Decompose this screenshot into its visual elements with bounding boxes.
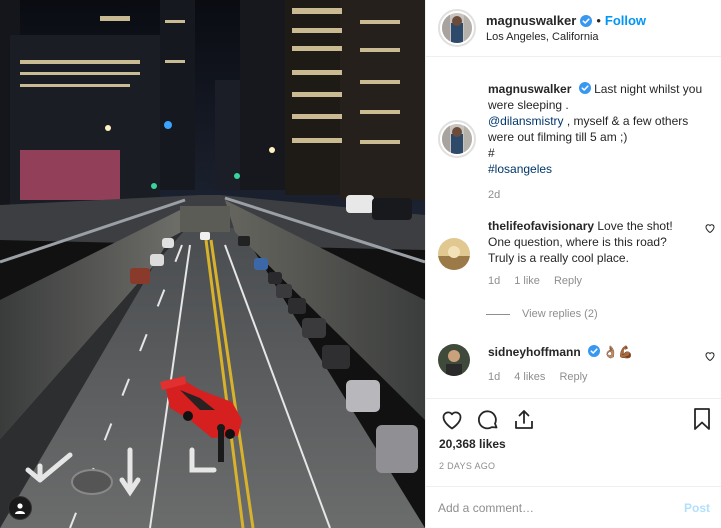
commenter-avatar-image	[438, 238, 470, 270]
view-replies-line	[486, 313, 510, 315]
post-details-panel: magnuswalker • Follow Los Angeles, Calif…	[425, 0, 721, 528]
separator-dot: •	[596, 13, 601, 28]
post-location[interactable]: Los Angeles, California	[486, 31, 646, 43]
user-tag-icon	[15, 503, 25, 514]
like-heart-icon[interactable]	[440, 408, 464, 432]
post-action-bar	[426, 398, 721, 440]
caption-author-avatar[interactable]	[438, 120, 476, 158]
comment-like-heart-icon[interactable]	[704, 350, 716, 362]
caption-mention-link[interactable]: @dilansmistry	[488, 114, 564, 128]
commenter-avatar[interactable]	[438, 344, 470, 376]
comment-item: thelifeofavisionary Love the shot! One q…	[438, 218, 716, 287]
comment-author[interactable]: sidneyhoffmann	[488, 345, 581, 359]
comment-like-heart-icon[interactable]	[704, 222, 716, 234]
follow-button[interactable]: Follow	[605, 13, 646, 28]
comment-author[interactable]: thelifeofavisionary	[488, 219, 594, 233]
post-timestamp: 2 DAYS AGO	[439, 461, 496, 471]
post-caption: magnuswalker Last night whilst you were …	[438, 76, 716, 203]
caption-verified-badge-icon	[578, 82, 591, 94]
comment-verified-badge-icon	[588, 345, 601, 357]
share-icon[interactable]	[512, 408, 536, 432]
author-avatar-image	[442, 13, 472, 43]
caption-timestamp: 2d	[488, 189, 501, 201]
comment-text: 👌🏽💪🏾	[603, 345, 634, 359]
user-tag-button[interactable]	[8, 496, 32, 520]
caption-author-username[interactable]: magnuswalker	[488, 82, 571, 96]
comment-bubble-icon[interactable]	[476, 408, 500, 432]
author-username[interactable]: magnuswalker	[486, 13, 576, 28]
comment-time: 1d	[488, 371, 501, 383]
comment-reply-button[interactable]: Reply	[554, 275, 582, 287]
post-header: magnuswalker • Follow Los Angeles, Calif…	[426, 0, 721, 57]
comment-likes-count[interactable]: 4 likes	[514, 371, 545, 383]
post-comment-button[interactable]: Post	[684, 501, 710, 515]
commenter-avatar[interactable]	[438, 238, 470, 270]
save-bookmark-icon[interactable]	[692, 407, 712, 431]
caption-avatar-image	[442, 124, 472, 154]
comment-input[interactable]: Add a comment…	[438, 501, 684, 515]
night-freeway-photo	[0, 0, 425, 528]
comment-time: 1d	[488, 275, 501, 287]
author-avatar[interactable]	[438, 9, 476, 47]
comment-likes-count[interactable]: 1 like	[514, 275, 540, 287]
add-comment-bar: Add a comment… Post	[426, 486, 721, 528]
caption-hashtag-link[interactable]: #losangeles	[488, 162, 552, 176]
comment-reply-button[interactable]: Reply	[559, 371, 587, 383]
view-replies-label: View replies (2)	[522, 308, 598, 320]
likes-count[interactable]: 20,368 likes	[439, 437, 506, 451]
comment-item: sidneyhoffmann 👌🏽💪🏾 1d 4 likes Reply	[438, 344, 716, 383]
commenter-avatar-image	[438, 344, 470, 376]
verified-badge-icon	[580, 14, 593, 27]
post-photo[interactable]	[0, 0, 425, 528]
caption-hash-line: #	[488, 146, 495, 160]
view-replies-button[interactable]: View replies (2)	[486, 308, 598, 320]
